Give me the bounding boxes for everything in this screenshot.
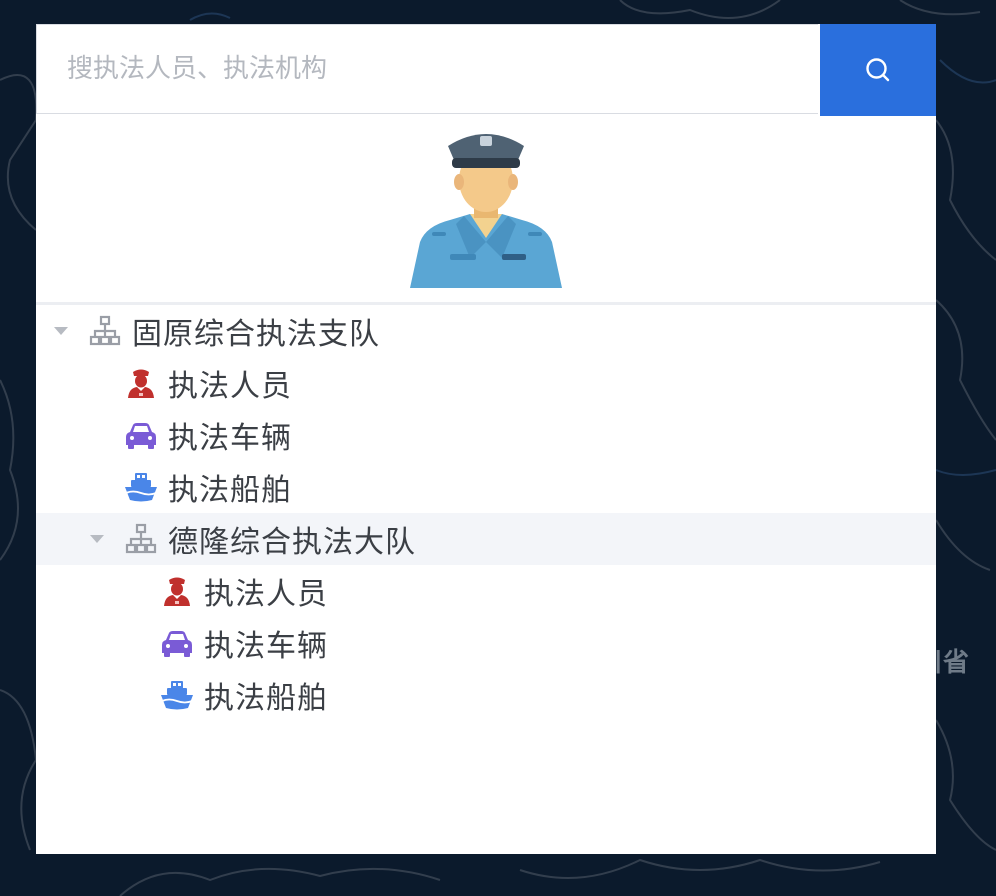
- org-tree-panel: 固原综合执法支队 执法人员 执法车辆: [36, 24, 936, 854]
- tree-leaf-label: 执法车辆: [204, 629, 328, 664]
- tree-leaf-vehicles[interactable]: 执法车辆: [36, 617, 936, 669]
- tree-node-label: 固原综合执法支队: [132, 317, 380, 352]
- search-bar: [36, 24, 936, 116]
- tree-leaf-label: 执法人员: [204, 577, 328, 612]
- expand-caret-icon[interactable]: [90, 535, 104, 543]
- tree-leaf-label: 执法船舶: [168, 473, 292, 508]
- org-hierarchy-icon: [124, 522, 158, 556]
- tree-leaf-label: 执法人员: [168, 369, 292, 404]
- ship-icon: [124, 470, 158, 504]
- car-icon: [160, 626, 194, 660]
- tree-leaf-ships[interactable]: 执法船舶: [36, 669, 936, 721]
- org-hierarchy-icon: [88, 314, 122, 348]
- tree-node-label: 德隆综合执法大队: [168, 525, 416, 560]
- tree-leaf-vehicles[interactable]: 执法车辆: [36, 409, 936, 461]
- tree-node-delong[interactable]: 德隆综合执法大队: [36, 513, 936, 565]
- officer-icon: [124, 366, 158, 400]
- police-officer-avatar: [410, 134, 562, 288]
- org-tree: 固原综合执法支队 执法人员 执法车辆 执法船舶 德隆综合执法大队 执法人员 执法…: [36, 305, 936, 721]
- avatar-area: [36, 116, 936, 305]
- tree-node-guyuan[interactable]: 固原综合执法支队: [36, 305, 936, 357]
- tree-leaf-officers[interactable]: 执法人员: [36, 357, 936, 409]
- search-input[interactable]: [36, 24, 818, 114]
- tree-leaf-officers[interactable]: 执法人员: [36, 565, 936, 617]
- expand-caret-icon[interactable]: [54, 327, 68, 335]
- ship-icon: [160, 678, 194, 712]
- officer-icon: [160, 574, 194, 608]
- search-icon: [866, 58, 890, 82]
- car-icon: [124, 418, 158, 452]
- tree-leaf-ships[interactable]: 执法船舶: [36, 461, 936, 513]
- tree-leaf-label: 执法船舶: [204, 681, 328, 716]
- search-button[interactable]: [820, 24, 936, 116]
- tree-leaf-label: 执法车辆: [168, 421, 292, 456]
